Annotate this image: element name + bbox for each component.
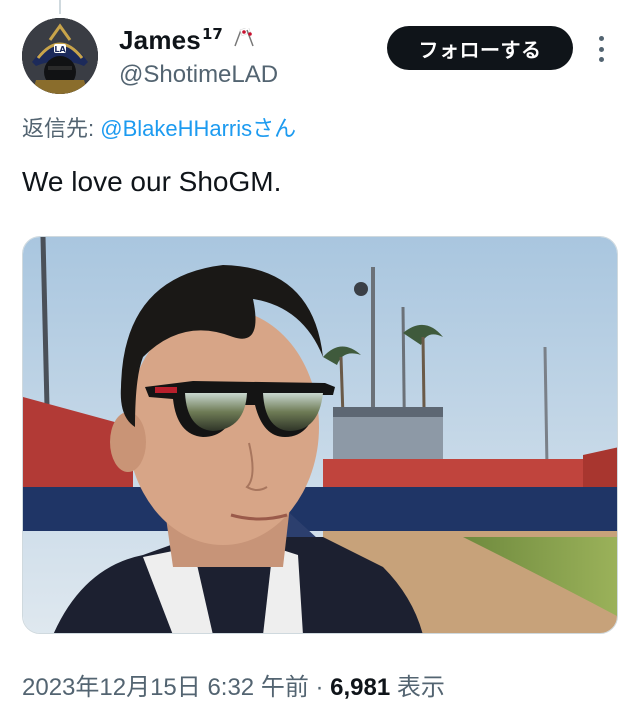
- more-dot: [598, 57, 604, 62]
- flag-emoji-icon: [231, 26, 257, 53]
- views-label: 表示: [390, 674, 445, 701]
- tweet-header: LA James 17 @ShotimeLAD フォローする: [22, 18, 622, 98]
- svg-text:LA: LA: [54, 45, 66, 54]
- more-dot: [598, 46, 604, 52]
- display-name-superscript: 17: [201, 25, 223, 43]
- meta-separator: ·: [308, 674, 331, 701]
- avatar[interactable]: LA: [22, 18, 98, 94]
- more-dot: [598, 36, 604, 41]
- tweet-metadata: 2023年12月15日 6:32 午前 · 6,981 表示: [22, 672, 445, 704]
- tweet-photo[interactable]: [22, 236, 618, 634]
- thread-connector-line: [59, 0, 61, 14]
- follow-button[interactable]: フォローする: [387, 26, 573, 70]
- reply-mention-handle: @BlakeHHarris: [100, 116, 253, 141]
- user-handle[interactable]: @ShotimeLAD: [119, 60, 278, 90]
- display-name: James: [119, 25, 201, 55]
- display-name-row[interactable]: James 17: [119, 24, 278, 58]
- reply-mention-suffix: さん: [252, 116, 297, 141]
- samurai-helmet-avatar-icon: LA: [22, 18, 98, 94]
- reply-context: 返信先: @BlakeHHarrisさん: [22, 114, 296, 144]
- timestamp-link[interactable]: 2023年12月15日 6:32 午前: [22, 674, 309, 701]
- more-options-icon[interactable]: [592, 34, 610, 64]
- reply-mention-link[interactable]: @BlakeHHarrisさん: [100, 116, 296, 141]
- author-names: James 17 @ShotimeLAD: [119, 24, 278, 90]
- photo-image: [23, 237, 617, 633]
- reply-prefix: 返信先:: [22, 116, 101, 141]
- views-count: 6,981: [330, 674, 391, 701]
- tweet-text: We love our ShoGM.: [22, 166, 282, 197]
